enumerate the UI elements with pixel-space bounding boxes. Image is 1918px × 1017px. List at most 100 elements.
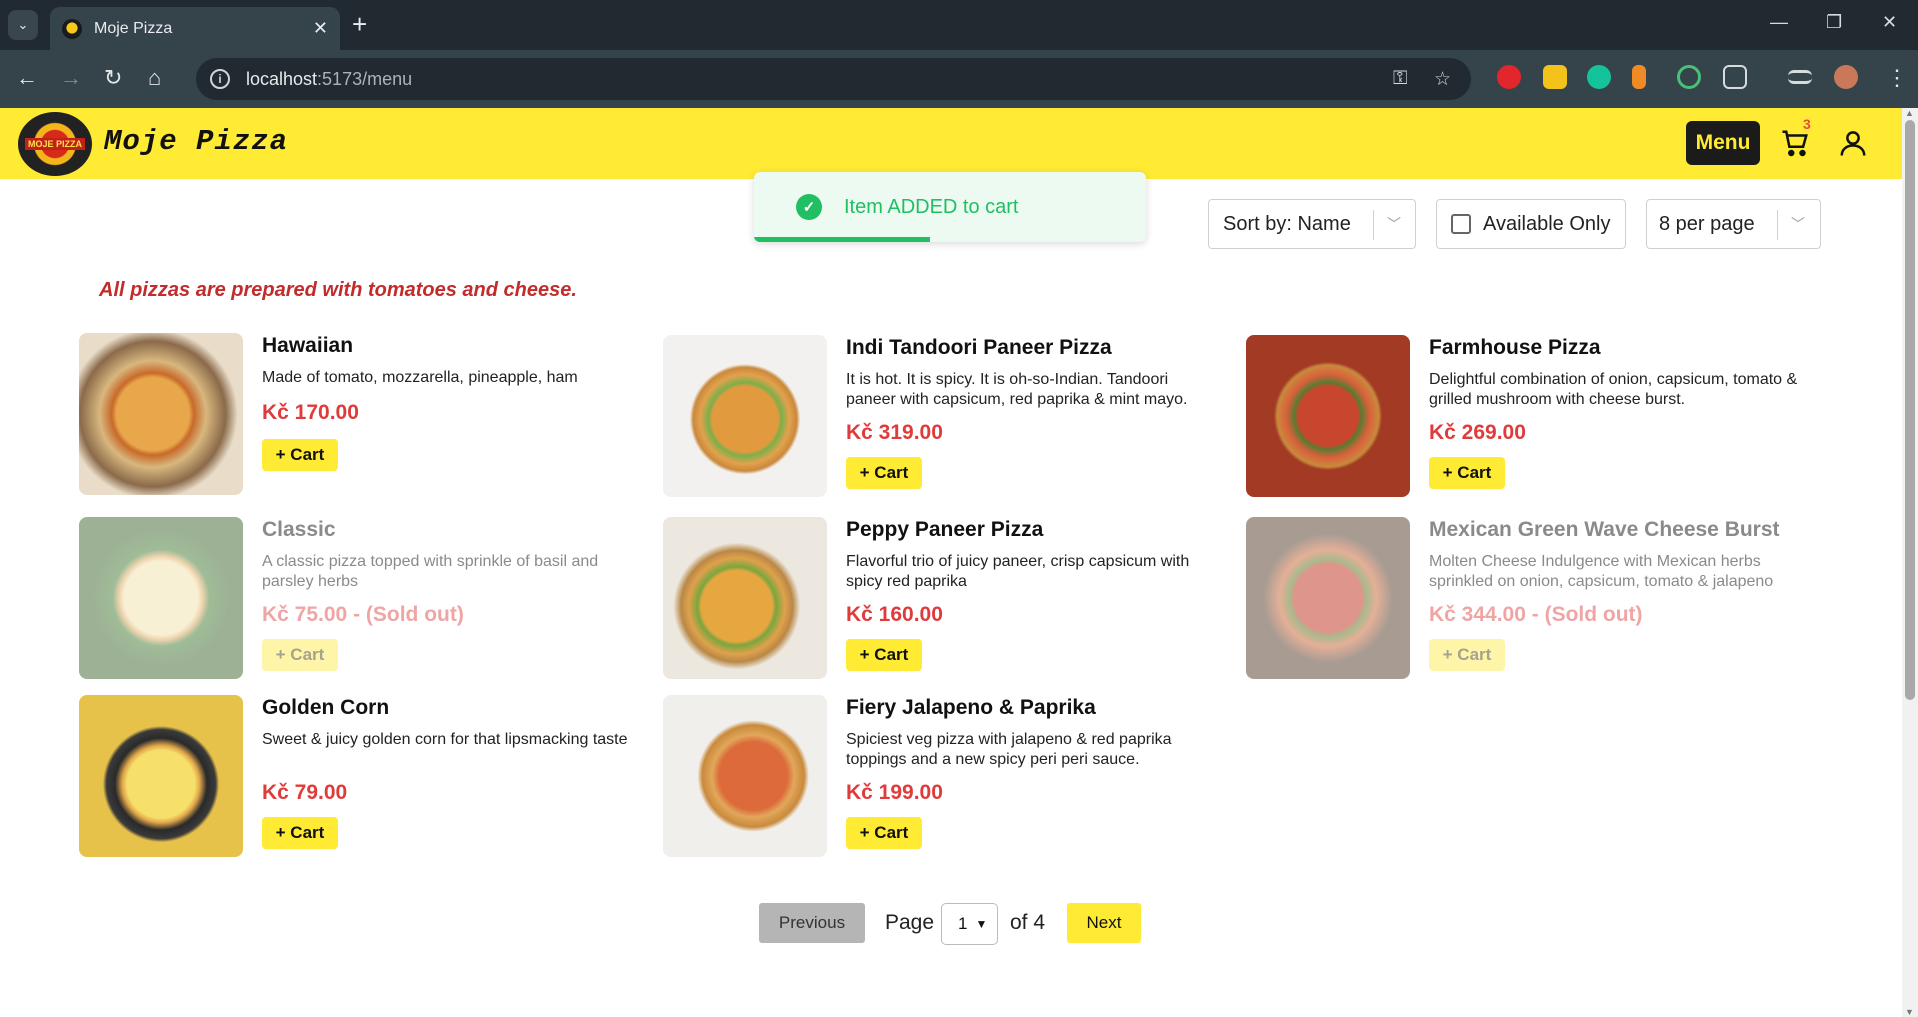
pizza-card: Farmhouse Pizza Delightful combination o… (1246, 335, 1806, 505)
password-key-icon[interactable]: ⚿ (1393, 68, 1407, 90)
scrollbar-thumb[interactable] (1905, 120, 1915, 700)
menu-note: All pizzas are prepared with tomatoes an… (99, 279, 577, 301)
site-logo[interactable]: MOJE PIZZA (18, 112, 92, 176)
available-only-checkbox[interactable] (1451, 214, 1471, 234)
home-icon[interactable]: ⌂ (148, 66, 161, 90)
pizza-description: Delightful combination of onion, capsicu… (1429, 371, 1798, 408)
media-control-icon[interactable] (1788, 70, 1812, 84)
pizza-card: Peppy Paneer Pizza Flavorful trio of jui… (663, 517, 1223, 687)
menu-button[interactable]: Menu (1686, 121, 1760, 165)
success-check-icon: ✓ (796, 194, 822, 220)
pizza-price: Kč 75.00 - (Sold out) (262, 603, 464, 626)
profile-avatar[interactable] (1834, 65, 1858, 89)
sort-select[interactable]: Sort by: Name ﹀ (1208, 199, 1416, 249)
add-to-cart-button[interactable]: + Cart (846, 817, 922, 849)
grammarly-icon[interactable] (1587, 65, 1611, 89)
address-bar[interactable]: i localhost:5173/menu ⚿ ☆ (196, 58, 1471, 100)
pizza-price: Kč 344.00 - (Sold out) (1429, 603, 1643, 626)
pizza-card: Golden Corn Sweet & juicy golden corn fo… (79, 695, 639, 865)
pizza-description: A classic pizza topped with sprinkle of … (262, 553, 599, 590)
extension-green-ring-icon[interactable] (1677, 65, 1701, 89)
add-to-cart-button[interactable]: + Cart (846, 457, 922, 489)
pizza-image (663, 517, 827, 679)
pizza-description: It is hot. It is spicy. It is oh-so-Indi… (846, 371, 1188, 408)
toast-message: Item ADDED to cart (844, 195, 1019, 218)
user-account-icon[interactable] (1838, 128, 1868, 158)
new-tab-plus-icon[interactable]: + (352, 10, 367, 38)
pizza-price: Kč 269.00 (1429, 421, 1526, 444)
minimize-icon[interactable]: — (1770, 12, 1788, 33)
available-only-toggle[interactable]: Available Only (1436, 199, 1626, 249)
pizza-price: Kč 170.00 (262, 401, 359, 424)
pizza-price: Kč 160.00 (846, 603, 943, 626)
pizza-name: Peppy Paneer Pizza (846, 518, 1044, 541)
browser-menu-icon[interactable]: ⋮ (1886, 66, 1908, 90)
add-to-cart-button[interactable]: + Cart (262, 817, 338, 849)
add-to-cart-button[interactable]: + Cart (1429, 639, 1505, 671)
pizza-name: Hawaiian (262, 334, 354, 357)
extension-red-icon[interactable] (1497, 65, 1521, 89)
pizza-description: Flavorful trio of juicy paneer, crisp ca… (846, 553, 1190, 590)
next-page-button[interactable]: Next (1067, 903, 1141, 943)
add-to-cart-button[interactable]: + Cart (262, 639, 338, 671)
reload-icon[interactable]: ↻ (104, 66, 122, 90)
add-to-cart-button[interactable]: + Cart (262, 439, 338, 471)
pizza-name: Indi Tandoori Paneer Pizza (846, 336, 1112, 359)
back-arrow-icon[interactable]: ← (16, 66, 38, 90)
extensions-puzzle-icon[interactable] (1723, 65, 1747, 89)
tab-title: Moje Pizza (94, 19, 173, 37)
pizza-image (663, 335, 827, 497)
cart-count-badge: 3 (1803, 116, 1811, 132)
pizza-description: Spiciest veg pizza with jalapeno & red p… (846, 731, 1172, 768)
pizza-price: Kč 199.00 (846, 781, 943, 804)
browser-tab-bar: ⌄ Moje Pizza ✕ + — ❐ ✕ (0, 0, 1918, 50)
pagination: Previous Page 1 ▼ of 4 Next (0, 903, 1902, 945)
page-total-label: of 4 (1010, 911, 1046, 934)
pizza-card: Classic A classic pizza topped with spri… (79, 517, 639, 687)
page-viewport: MOJE PIZZA Moje Pizza Menu 3 ✓ Item ADDE… (0, 108, 1902, 1017)
tab-search-chevron-icon[interactable]: ⌄ (8, 10, 38, 40)
browser-toolbar: ← → ↻ ⌂ i localhost:5173/menu ⚿ ☆ ⋮ (0, 50, 1918, 108)
per-page-select[interactable]: 8 per page ﹀ (1646, 199, 1821, 249)
current-page-value: 1 (958, 914, 968, 933)
pizza-price: Kč 319.00 (846, 421, 943, 444)
pizza-name: Fiery Jalapeno & Paprika (846, 696, 1096, 719)
available-only-label: Available Only (1483, 212, 1611, 235)
pizza-description: Sweet & juicy golden corn for that lipsm… (262, 731, 628, 748)
pizza-name: Classic (262, 518, 336, 541)
add-to-cart-button[interactable]: + Cart (846, 639, 922, 671)
extension-orange-icon[interactable] (1632, 65, 1646, 89)
chevron-down-icon: ﹀ (1387, 216, 1401, 232)
pizza-description: Molten Cheese Indulgence with Mexican he… (1429, 553, 1774, 590)
pizza-image (79, 517, 243, 679)
sort-label: Sort by: Name (1223, 212, 1351, 235)
page-select[interactable]: 1 ▼ (941, 903, 998, 945)
url-text: localhost:5173/menu (246, 68, 413, 89)
brand-title[interactable]: Moje Pizza (104, 125, 288, 158)
cart-icon[interactable] (1780, 128, 1810, 163)
chevron-down-icon: ▼ (975, 917, 988, 931)
per-page-label: 8 per page (1659, 212, 1755, 235)
bookmark-star-icon[interactable]: ☆ (1434, 68, 1451, 91)
toast-notification[interactable]: ✓ Item ADDED to cart (754, 172, 1146, 242)
site-info-icon[interactable]: i (210, 69, 230, 89)
scroll-up-arrow-icon[interactable]: ▲ (1905, 108, 1914, 118)
pizza-price: Kč 79.00 (262, 781, 348, 804)
restore-icon[interactable]: ❐ (1826, 12, 1842, 33)
pizza-description: Made of tomato, mozzarella, pineapple, h… (262, 369, 578, 386)
window-close-icon[interactable]: ✕ (1882, 12, 1897, 33)
close-tab-icon[interactable]: ✕ (313, 18, 328, 39)
pizza-image (663, 695, 827, 857)
pizza-name: Mexican Green Wave Cheese Burst (1429, 518, 1780, 541)
pizza-name: Farmhouse Pizza (1429, 336, 1601, 359)
pizza-name: Golden Corn (262, 696, 390, 719)
browser-tab[interactable]: Moje Pizza ✕ (50, 7, 340, 50)
extension-yellow-icon[interactable] (1543, 65, 1567, 89)
pizza-favicon-icon (62, 18, 82, 39)
page-scrollbar[interactable]: ▲ ▼ (1902, 108, 1918, 1017)
add-to-cart-button[interactable]: + Cart (1429, 457, 1505, 489)
toast-progress-bar (754, 237, 931, 242)
scroll-down-arrow-icon[interactable]: ▼ (1905, 1007, 1914, 1017)
forward-arrow-icon[interactable]: → (60, 66, 82, 90)
previous-page-button[interactable]: Previous (759, 903, 865, 943)
